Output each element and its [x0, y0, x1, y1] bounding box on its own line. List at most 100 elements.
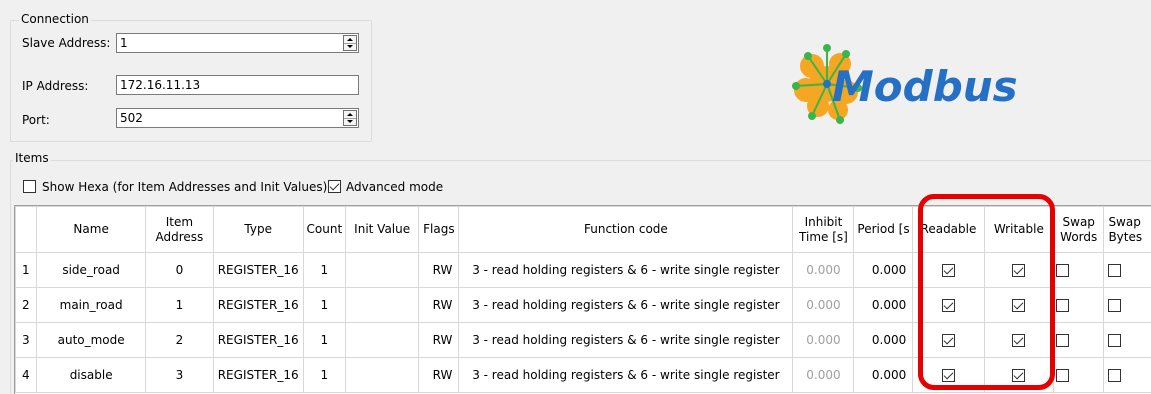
swap-words-cell	[1054, 323, 1104, 358]
swap-words-cell	[1054, 253, 1104, 288]
header-type[interactable]: Type	[213, 207, 303, 253]
writable-checkbox[interactable]	[1012, 334, 1025, 347]
table-header-row: Name ItemAddress Type Count Init Value F…	[16, 207, 1151, 253]
header-init-value[interactable]: Init Value	[345, 207, 419, 253]
writable-cell	[984, 358, 1053, 393]
swap-bytes-cell	[1104, 288, 1151, 323]
slave-address-value: 1	[120, 36, 128, 50]
row-number: 1	[16, 253, 37, 288]
writable-cell	[984, 253, 1053, 288]
slave-address-field[interactable]: 1	[116, 33, 359, 53]
header-flags[interactable]: Flags	[419, 207, 459, 253]
table-row[interactable]: 2main_road1REGISTER_161RW3 - read holdin…	[16, 288, 1151, 323]
writable-checkbox[interactable]	[1012, 369, 1025, 382]
name-cell[interactable]: disable	[37, 358, 146, 393]
table-row[interactable]: 4disable3REGISTER_161 RW3 - read holding …	[16, 358, 1151, 393]
slave-address-label: Slave Address:	[22, 36, 110, 50]
row-number: 2	[16, 288, 37, 323]
port-spinner[interactable]	[343, 110, 357, 126]
writable-cell	[984, 323, 1053, 358]
type-cell[interactable]: REGISTER_16	[213, 253, 303, 288]
header-count[interactable]: Count	[303, 207, 345, 253]
swap-words-checkbox[interactable]	[1056, 299, 1069, 312]
swap-bytes-cell	[1104, 253, 1151, 288]
init-value-cell[interactable]	[345, 358, 419, 393]
function-code-cell[interactable]: 3 - read holding registers & 6 - write s…	[459, 323, 793, 358]
function-code-cell[interactable]: 3 - read holding registers & 6 - write s…	[459, 288, 793, 323]
swap-words-cell	[1054, 288, 1104, 323]
inhibit-time-cell[interactable]: 0.000	[793, 253, 854, 288]
inhibit-time-cell[interactable]: 0.000	[793, 358, 854, 393]
function-code-cell[interactable]: 3 - read holding registers & 6 - write s…	[459, 358, 793, 393]
swap-words-checkbox[interactable]	[1056, 334, 1069, 347]
flags-cell[interactable]: RW	[419, 358, 459, 393]
init-value-cell[interactable]	[345, 288, 419, 323]
ip-address-field[interactable]: 172.16.11.13	[116, 75, 359, 95]
period-cell[interactable]: 0.000	[854, 253, 913, 288]
name-cell[interactable]: auto_mode	[37, 323, 146, 358]
swap-words-checkbox[interactable]	[1056, 369, 1069, 382]
readable-checkbox[interactable]	[942, 299, 955, 312]
modbus-logo-text: Modbus	[832, 62, 1018, 111]
port-label: Port:	[22, 113, 50, 127]
name-cell[interactable]: side_road	[37, 253, 146, 288]
count-cell[interactable]: 1	[303, 288, 345, 323]
header-item-address[interactable]: ItemAddress	[146, 207, 213, 253]
swap-words-checkbox[interactable]	[1056, 264, 1069, 277]
writable-checkbox[interactable]	[1012, 264, 1025, 277]
header-inhibit-time[interactable]: InhibitTime [s]	[793, 207, 854, 253]
type-cell[interactable]: REGISTER_16	[213, 358, 303, 393]
period-cell[interactable]: 0.000	[854, 288, 913, 323]
ip-address-value: 172.16.11.13	[120, 78, 200, 92]
type-cell[interactable]: REGISTER_16	[213, 288, 303, 323]
table-row[interactable]: 3auto_mode2REGISTER_161 RW3 - read holdin…	[16, 323, 1151, 358]
header-writable[interactable]: Writable	[984, 207, 1053, 253]
row-number: 4	[16, 358, 37, 393]
inhibit-time-cell[interactable]: 0.000	[793, 288, 854, 323]
function-code-cell[interactable]: 3 - read holding registers & 6 - write s…	[459, 253, 793, 288]
swap-bytes-cell	[1104, 323, 1151, 358]
items-table: Name ItemAddress Type Count Init Value F…	[14, 205, 1151, 394]
header-period[interactable]: Period [s	[854, 207, 913, 253]
readable-checkbox[interactable]	[942, 369, 955, 382]
header-function-code[interactable]: Function code	[459, 207, 793, 253]
flags-cell[interactable]: RW	[419, 323, 459, 358]
swap-bytes-checkbox[interactable]	[1108, 299, 1121, 312]
swap-bytes-checkbox[interactable]	[1108, 264, 1121, 277]
writable-checkbox[interactable]	[1012, 299, 1025, 312]
address-cell[interactable]: 2	[146, 323, 213, 358]
table-row[interactable]: 1side_road0REGISTER_161RW3 - read holdin…	[16, 253, 1151, 288]
header-readable[interactable]: Readable	[913, 207, 984, 253]
swap-bytes-checkbox[interactable]	[1108, 334, 1121, 347]
readable-cell	[913, 358, 984, 393]
name-cell[interactable]: main_road	[37, 288, 146, 323]
readable-checkbox[interactable]	[942, 334, 955, 347]
readable-checkbox[interactable]	[942, 264, 955, 277]
init-value-cell[interactable]	[345, 323, 419, 358]
readable-cell	[913, 253, 984, 288]
init-value-cell[interactable]	[345, 253, 419, 288]
type-cell[interactable]: REGISTER_16	[213, 323, 303, 358]
count-cell[interactable]: 1	[303, 323, 345, 358]
count-cell[interactable]: 1	[303, 253, 345, 288]
header-swap-bytes[interactable]: SwapBytes	[1104, 207, 1151, 253]
period-cell[interactable]: 0.000	[854, 323, 913, 358]
port-field[interactable]: 502	[116, 108, 359, 128]
slave-address-spinner[interactable]	[343, 35, 357, 51]
address-cell[interactable]: 3	[146, 358, 213, 393]
swap-bytes-checkbox[interactable]	[1108, 369, 1121, 382]
advanced-mode-checkbox[interactable]	[328, 180, 341, 193]
show-hexa-checkbox[interactable]	[23, 180, 36, 193]
count-cell[interactable]: 1	[303, 358, 345, 393]
header-name[interactable]: Name	[37, 207, 146, 253]
row-number: 3	[16, 323, 37, 358]
swap-words-cell	[1054, 358, 1104, 393]
readable-cell	[913, 323, 984, 358]
flags-cell[interactable]: RW	[419, 253, 459, 288]
flags-cell[interactable]: RW	[419, 288, 459, 323]
period-cell[interactable]: 0.000	[854, 358, 913, 393]
header-swap-words[interactable]: SwapWords	[1054, 207, 1104, 253]
address-cell[interactable]: 1	[146, 288, 213, 323]
inhibit-time-cell[interactable]: 0.000	[793, 323, 854, 358]
address-cell[interactable]: 0	[146, 253, 213, 288]
